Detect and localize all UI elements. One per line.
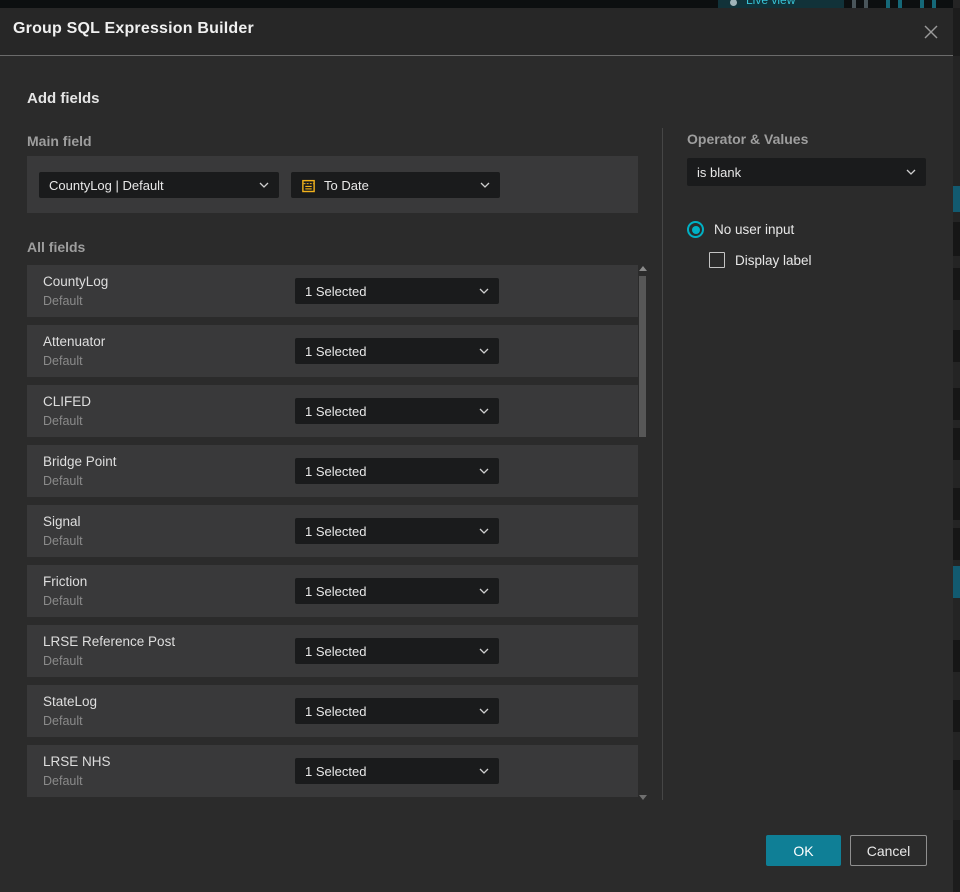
chevron-down-icon: [479, 408, 489, 414]
field-name: LRSE Reference Post: [43, 634, 176, 649]
chevron-down-icon: [479, 288, 489, 294]
chevron-down-icon: [259, 182, 269, 188]
add-fields-heading: Add fields: [27, 90, 100, 107]
field-source: Default: [43, 294, 83, 308]
field-name: LRSE NHS: [43, 754, 111, 769]
background-app-sliver: [953, 0, 960, 892]
main-field-date-dropdown[interactable]: To Date: [291, 172, 500, 198]
cancel-button[interactable]: Cancel: [850, 835, 927, 866]
all-fields-list: CountyLog Default 1 Selected Attenuator …: [27, 265, 638, 805]
all-fields-label: All fields: [27, 239, 86, 255]
field-selection-dropdown[interactable]: 1 Selected: [295, 758, 499, 784]
chevron-down-icon: [479, 648, 489, 654]
close-icon: [924, 25, 938, 39]
live-view-button-fragment[interactable]: Live view: [718, 0, 844, 8]
field-selection-dropdown[interactable]: 1 Selected: [295, 458, 499, 484]
field-name: Signal: [43, 514, 81, 529]
field-selection-dropdown-value: 1 Selected: [305, 763, 367, 779]
field-name: Attenuator: [43, 334, 106, 349]
field-source: Default: [43, 714, 83, 728]
main-field-dropdown[interactable]: CountyLog | Default: [39, 172, 279, 198]
toolbar-fragment-bar: [898, 0, 902, 8]
toolbar-fragment-bar: [932, 0, 936, 8]
field-source: Default: [43, 654, 83, 668]
operator-dropdown-value: is blank: [697, 164, 742, 180]
field-source: Default: [43, 414, 83, 428]
chevron-down-icon: [479, 708, 489, 714]
field-row: LRSE NHS Default 1 Selected: [27, 745, 638, 797]
field-name: Friction: [43, 574, 88, 589]
chevron-down-icon: [480, 182, 490, 188]
dialog-header: Group SQL Expression Builder: [0, 8, 953, 56]
main-field-date-dropdown-value: To Date: [324, 177, 369, 193]
field-source: Default: [43, 354, 83, 368]
field-selection-dropdown[interactable]: 1 Selected: [295, 638, 499, 664]
field-selection-dropdown-value: 1 Selected: [305, 283, 367, 299]
chevron-down-icon: [479, 468, 489, 474]
main-field-row: CountyLog | Default To Date: [27, 156, 638, 213]
field-selection-dropdown-value: 1 Selected: [305, 403, 367, 419]
field-row: Bridge Point Default 1 Selected: [27, 445, 638, 497]
no-user-input-label: No user input: [714, 222, 795, 237]
field-selection-dropdown[interactable]: 1 Selected: [295, 278, 499, 304]
group-sql-expression-builder-dialog: Group SQL Expression Builder Add fields …: [0, 8, 953, 892]
field-selection-dropdown[interactable]: 1 Selected: [295, 338, 499, 364]
field-selection-dropdown[interactable]: 1 Selected: [295, 698, 499, 724]
toolbar-fragment-bar: [920, 0, 924, 8]
radio-icon: [687, 221, 704, 238]
field-selection-dropdown-value: 1 Selected: [305, 343, 367, 359]
ok-button[interactable]: OK: [766, 835, 841, 866]
field-row: LRSE Reference Post Default 1 Selected: [27, 625, 638, 677]
field-selection-dropdown-value: 1 Selected: [305, 523, 367, 539]
live-view-label: Live view: [746, 0, 796, 7]
field-name: StateLog: [43, 694, 98, 709]
operator-values-heading: Operator & Values: [687, 131, 809, 147]
field-row: Signal Default 1 Selected: [27, 505, 638, 557]
field-selection-dropdown[interactable]: 1 Selected: [295, 578, 499, 604]
operator-dropdown[interactable]: is blank: [687, 158, 926, 186]
background-toolbar-sliver: Live view: [0, 0, 960, 8]
panel-divider: [662, 128, 663, 800]
field-row: CountyLog Default 1 Selected: [27, 265, 638, 317]
toolbar-fragment-bar: [864, 0, 868, 8]
chevron-down-icon: [479, 348, 489, 354]
chevron-down-icon: [479, 528, 489, 534]
main-field-label: Main field: [27, 133, 92, 149]
display-label-checkbox[interactable]: Display label: [709, 252, 812, 268]
calendar-icon: [302, 179, 315, 192]
field-source: Default: [43, 774, 83, 788]
chevron-down-icon: [479, 588, 489, 594]
toolbar-fragment-bar: [886, 0, 890, 8]
field-selection-dropdown-value: 1 Selected: [305, 703, 367, 719]
no-user-input-radio[interactable]: No user input: [687, 221, 794, 238]
toolbar-fragment-bar: [852, 0, 856, 8]
field-selection-dropdown[interactable]: 1 Selected: [295, 518, 499, 544]
chevron-down-icon: [479, 768, 489, 774]
field-row: CLIFED Default 1 Selected: [27, 385, 638, 437]
field-row: Attenuator Default 1 Selected: [27, 325, 638, 377]
field-name: CLIFED: [43, 394, 92, 409]
field-source: Default: [43, 534, 83, 548]
field-selection-dropdown-value: 1 Selected: [305, 643, 367, 659]
chevron-down-icon: [906, 169, 916, 175]
scrollbar-up-arrow[interactable]: [639, 266, 647, 271]
checkbox-icon: [709, 252, 725, 268]
field-source: Default: [43, 474, 83, 488]
field-name: Bridge Point: [43, 454, 117, 469]
live-view-dot-icon: [730, 0, 737, 6]
scrollbar-thumb[interactable]: [639, 276, 646, 437]
field-selection-dropdown-value: 1 Selected: [305, 583, 367, 599]
display-label-label: Display label: [735, 252, 812, 268]
field-selection-dropdown-value: 1 Selected: [305, 463, 367, 479]
close-button[interactable]: [920, 21, 942, 43]
dialog-title: Group SQL Expression Builder: [13, 20, 254, 37]
field-row: StateLog Default 1 Selected: [27, 685, 638, 737]
scrollbar-down-arrow[interactable]: [639, 795, 647, 800]
field-name: CountyLog: [43, 274, 109, 289]
field-source: Default: [43, 594, 83, 608]
field-row: Friction Default 1 Selected: [27, 565, 638, 617]
field-selection-dropdown[interactable]: 1 Selected: [295, 398, 499, 424]
main-field-dropdown-value: CountyLog | Default: [49, 177, 164, 193]
screen: Live view Group SQL Expression Builder A…: [0, 0, 960, 892]
